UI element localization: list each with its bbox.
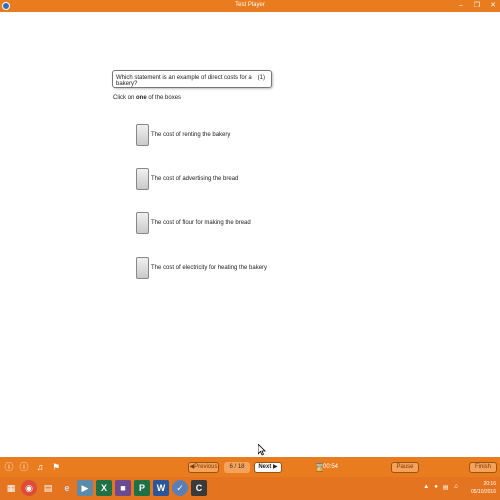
question-text: Which statement is an example of direct … — [116, 75, 252, 87]
previous-button[interactable]: ◀Previous — [188, 462, 219, 473]
network-icon[interactable]: ▤ — [443, 484, 449, 491]
instruction-text: Click on one of the boxes — [113, 95, 182, 101]
restore-icon[interactable]: ❐ — [472, 1, 482, 11]
close-icon[interactable]: ✕ — [488, 1, 498, 11]
answer-option-2[interactable]: The cost of advertising the bread — [136, 168, 296, 190]
word-icon[interactable]: W — [153, 480, 169, 496]
terminal-icon[interactable]: C — [191, 480, 207, 496]
question-box: Which statement is an example of direct … — [112, 70, 272, 88]
answer-option-4[interactable]: The cost of electricity for heating the … — [136, 257, 296, 279]
question-marks: (1) — [257, 75, 265, 81]
answer-checkbox[interactable] — [136, 168, 149, 190]
system-clock[interactable]: 20:16 05/10/2016 — [471, 480, 496, 496]
flag-icon[interactable]: ⚑ — [50, 461, 62, 473]
excel-icon[interactable]: X — [96, 480, 112, 496]
minimize-icon[interactable]: – — [456, 1, 466, 11]
answer-checkbox[interactable] — [136, 212, 149, 234]
chrome-icon[interactable]: ◉ — [21, 480, 37, 496]
timer: 00:54 — [323, 464, 339, 470]
media-icon[interactable]: ▶ — [77, 480, 93, 496]
app-icon-purple[interactable]: ■ — [115, 480, 131, 496]
pause-button[interactable]: Pause — [391, 462, 419, 473]
system-tray: ▲ ● ▤ ♫ — [423, 484, 458, 491]
help-icon[interactable]: ⓘ — [3, 461, 15, 473]
clock-time: 20:16 — [483, 481, 496, 487]
volume-icon[interactable]: ♫ — [454, 484, 459, 491]
instruction-emphasis: one — [136, 95, 147, 101]
taskbar: ▦ ◉ ▤ e ▶ X ■ P W ✓ C ▲ ● ▤ ♫ 20:16 05/1… — [0, 477, 500, 500]
answer-option-3[interactable]: The cost of flour for making the bread — [136, 212, 296, 234]
publisher-icon[interactable]: P — [134, 480, 150, 496]
file-explorer-icon[interactable]: ▤ — [40, 480, 56, 496]
hourglass-icon: ⌛ — [314, 462, 326, 472]
answer-label[interactable]: The cost of renting the bakery — [151, 132, 230, 138]
windows-start-icon[interactable]: ▦ — [3, 480, 19, 496]
answer-checkbox[interactable] — [136, 124, 149, 146]
answer-label[interactable]: The cost of flour for making the bread — [151, 220, 251, 226]
test-player-icon[interactable]: ✓ — [172, 480, 188, 496]
answer-option-1[interactable]: The cost of renting the bakery — [136, 124, 296, 146]
audio-icon[interactable]: ♫ — [34, 461, 46, 473]
answer-checkbox[interactable] — [136, 257, 149, 279]
answer-label[interactable]: The cost of advertising the bread — [151, 176, 238, 182]
answer-label[interactable]: The cost of electricity for heating the … — [151, 265, 267, 271]
internet-explorer-icon[interactable]: e — [59, 480, 75, 496]
clock-date: 05/10/2016 — [470, 489, 496, 495]
mouse-cursor-icon — [258, 444, 266, 456]
finish-button[interactable]: Finish — [469, 462, 497, 473]
info-icon[interactable]: ⓘ — [18, 461, 30, 473]
next-button[interactable]: Next ▶ — [254, 462, 282, 473]
window-title: Test Player — [235, 2, 265, 8]
tray-app-icon[interactable]: ● — [434, 484, 438, 491]
navigation-bar: ⓘ ⓘ ♫ ⚑ ◀Previous 6 / 18 Next ▶ ⌛ 00:54 … — [0, 457, 500, 477]
title-bar: Test Player – ❐ ✕ — [0, 0, 500, 12]
tray-arrow-icon[interactable]: ▲ — [423, 484, 429, 491]
page-indicator: 6 / 18 — [224, 462, 250, 473]
